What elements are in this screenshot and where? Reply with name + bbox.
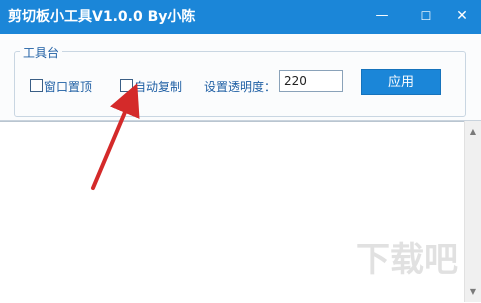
window-top-label: 窗口置顶: [44, 80, 93, 94]
auto-copy-label: 自动复制: [134, 80, 183, 94]
title-bar[interactable]: 剪切板小工具V1.0.0 By小陈 — ☐ ✕: [0, 0, 481, 34]
checkbox-box[interactable]: [30, 79, 43, 92]
close-icon: ✕: [456, 8, 468, 24]
close-button[interactable]: ✕: [444, 0, 480, 34]
toolbox-panel: 工具台 窗口置顶 自动复制 设置透明度： 应用: [0, 34, 481, 121]
checkbox-box[interactable]: [120, 79, 133, 92]
maximize-icon: ☐: [420, 9, 432, 23]
window-title: 剪切板小工具V1.0.0 By小陈: [8, 9, 196, 25]
opacity-label: 设置透明度：: [204, 80, 277, 94]
minimize-icon: —: [375, 8, 389, 23]
window-top-checkbox[interactable]: 窗口置顶: [30, 78, 92, 96]
auto-copy-checkbox[interactable]: 自动复制: [120, 78, 182, 96]
scroll-down-icon[interactable]: ▼: [465, 284, 481, 300]
toolbox-legend: 工具台: [20, 44, 63, 61]
scroll-up-icon[interactable]: ▲: [465, 124, 481, 140]
maximize-button[interactable]: ☐: [408, 0, 444, 34]
watermark-logo: 下载吧: [356, 240, 458, 280]
apply-button[interactable]: 应用: [361, 69, 441, 95]
vertical-scrollbar[interactable]: ▲ ▼: [464, 121, 481, 302]
minimize-button[interactable]: —: [364, 0, 400, 34]
opacity-input[interactable]: [279, 70, 343, 92]
